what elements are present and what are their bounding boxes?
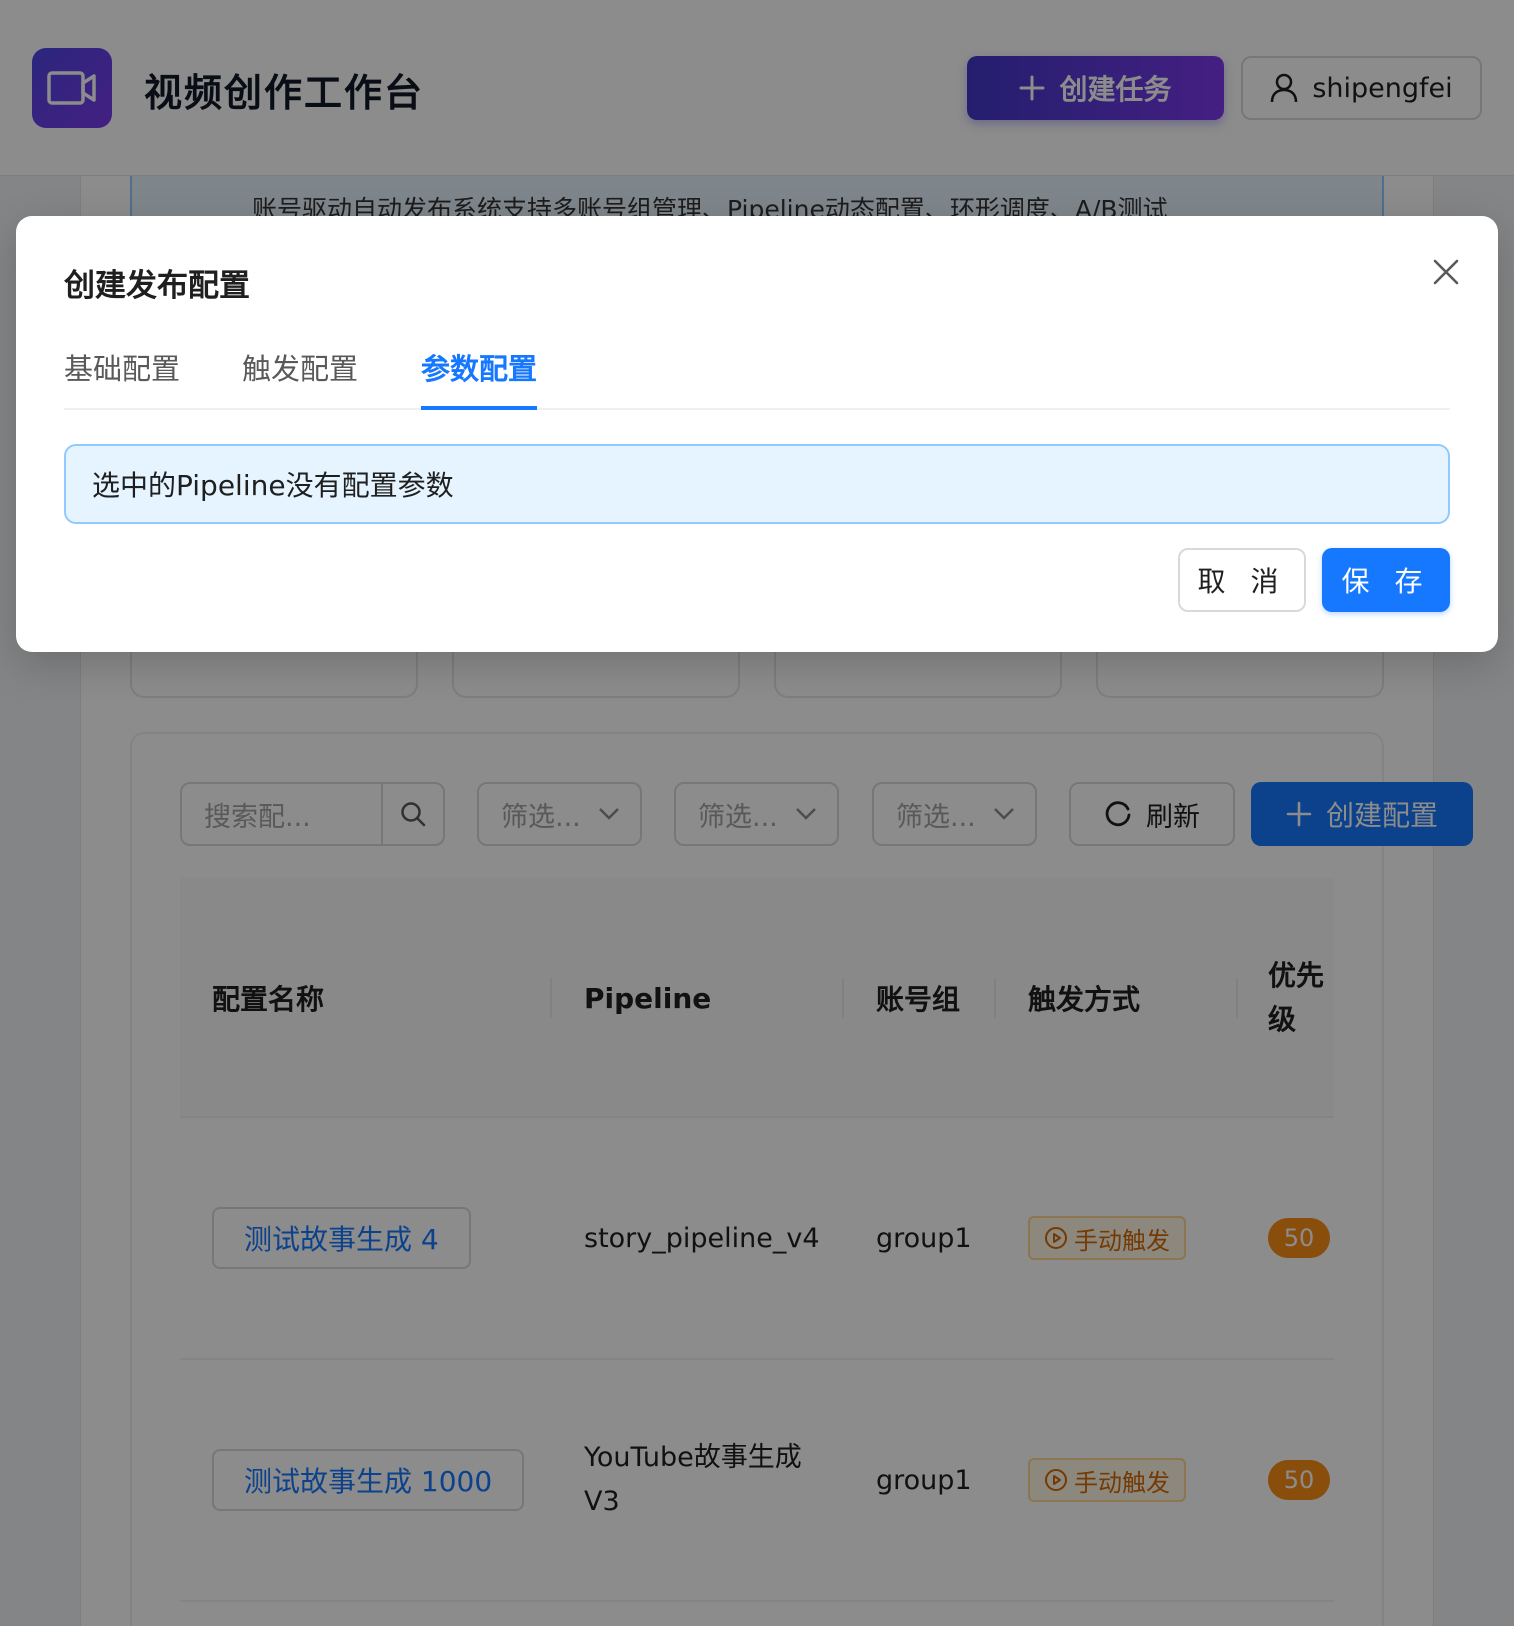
tab-trigger-config[interactable]: 触发配置 [242,346,358,410]
tab-basic-config[interactable]: 基础配置 [64,346,180,410]
cancel-button[interactable]: 取 消 [1178,548,1306,612]
close-icon[interactable] [1426,252,1466,292]
modal-tabs: 基础配置 触发配置 参数配置 [64,316,1450,410]
save-button[interactable]: 保 存 [1322,548,1450,612]
create-publish-config-modal: 创建发布配置 基础配置 触发配置 参数配置 选中的Pipeline没有配置参数 … [16,216,1498,652]
modal-title: 创建发布配置 [64,268,250,304]
tab-param-config[interactable]: 参数配置 [421,346,538,410]
info-alert: 选中的Pipeline没有配置参数 [64,444,1450,524]
